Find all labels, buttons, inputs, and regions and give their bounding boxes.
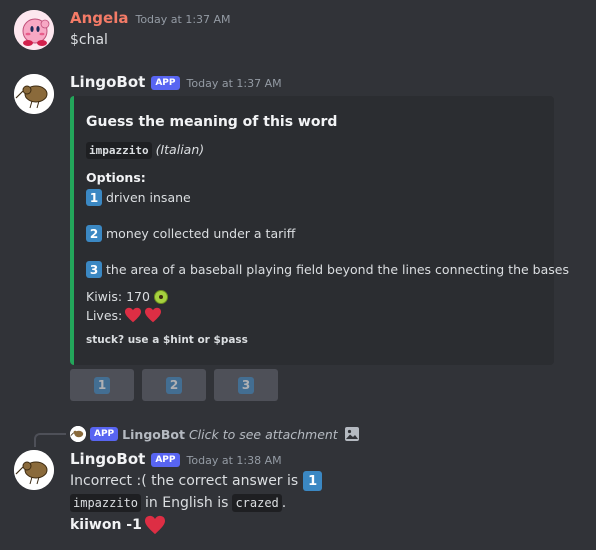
option-text: money collected under a tariff [106,226,296,241]
kiwi-bird-avatar-icon [14,450,54,490]
lives-label: Lives: [86,307,123,323]
app-badge: APP [151,76,180,90]
lingobot-avatar[interactable] [14,450,54,490]
result-line-1: Incorrect :( the correct answer is 1 [70,471,326,491]
kiwis-label: Kiwis: 170 [86,289,150,304]
reply-connector [34,433,66,447]
kiwis-stat: Kiwis: 170 [86,289,168,304]
option-2: 2 money collected under a tariff [86,225,295,242]
author-name[interactable]: LingoBot [70,73,145,91]
image-icon [344,427,359,441]
keycap-1-icon: 1 [303,471,323,491]
answer-button-2[interactable]: 2 [142,369,206,401]
word-language: (Italian) [155,142,205,157]
keycap-2-icon: 2 [86,225,102,242]
embed-footer: stuck? use a $hint or $pass [86,334,248,346]
reply-author: LingoBot [122,426,185,442]
author-name[interactable]: LingoBot [70,450,145,468]
keycap-1-icon: 1 [86,189,102,206]
keycap-3-icon: 3 [86,261,102,278]
result-text: kiiwon -1 [70,517,142,533]
heart-icon [125,307,142,323]
reply-reference[interactable]: APP LingoBot Click to see attachment [70,426,360,442]
app-badge: APP [151,453,180,467]
kiwi-bird-avatar-icon [70,426,86,442]
keycap-3-icon: 3 [238,376,254,394]
kiwi-emoji-icon [153,289,168,304]
timestamp: Today at 1:37 AM [135,13,231,26]
angela-avatar[interactable] [14,10,54,50]
lingobot-avatar[interactable] [14,74,54,114]
word-code: impazzito [70,494,142,512]
result-text: Incorrect :( the correct answer is [70,473,299,489]
author-name[interactable]: Angela [70,9,128,27]
option-1: 1 driven insane [86,189,191,206]
option-text: the area of a baseball playing field bey… [106,262,569,277]
embed-word-line: impazzito (Italian) [86,142,205,159]
answer-button-1[interactable]: 1 [70,369,134,401]
timestamp: Today at 1:37 AM [186,77,282,90]
kirby-avatar-icon [14,10,54,50]
keycap-1-icon: 1 [94,376,110,394]
heart-icon [144,515,165,535]
option-3: 3 the area of a baseball playing field b… [86,261,569,278]
embed-title: Guess the meaning of this word [86,114,338,130]
timestamp: Today at 1:38 AM [186,454,282,467]
answer-code: crazed [232,494,282,512]
lives-stat: Lives: [86,307,162,323]
lingobot-mini-avatar [70,426,86,442]
option-text: driven insane [106,190,191,205]
word-code: impazzito [86,142,152,159]
options-heading: Options: [86,170,146,185]
message-content: $chal [70,32,108,48]
answer-button-3[interactable]: 3 [214,369,278,401]
result-text: in English is [145,495,229,511]
reply-text: Click to see attachment [188,426,338,442]
heart-icon [145,307,162,323]
result-line-3: kiiwon -1 [70,515,166,535]
keycap-2-icon: 2 [166,376,182,394]
app-badge: APP [90,427,119,441]
kiwi-bird-avatar-icon [14,74,54,114]
result-period: . [281,495,287,511]
challenge-embed: Guess the meaning of this word impazzito… [70,96,569,365]
result-line-2: impazzito in English is crazed . [70,494,286,512]
